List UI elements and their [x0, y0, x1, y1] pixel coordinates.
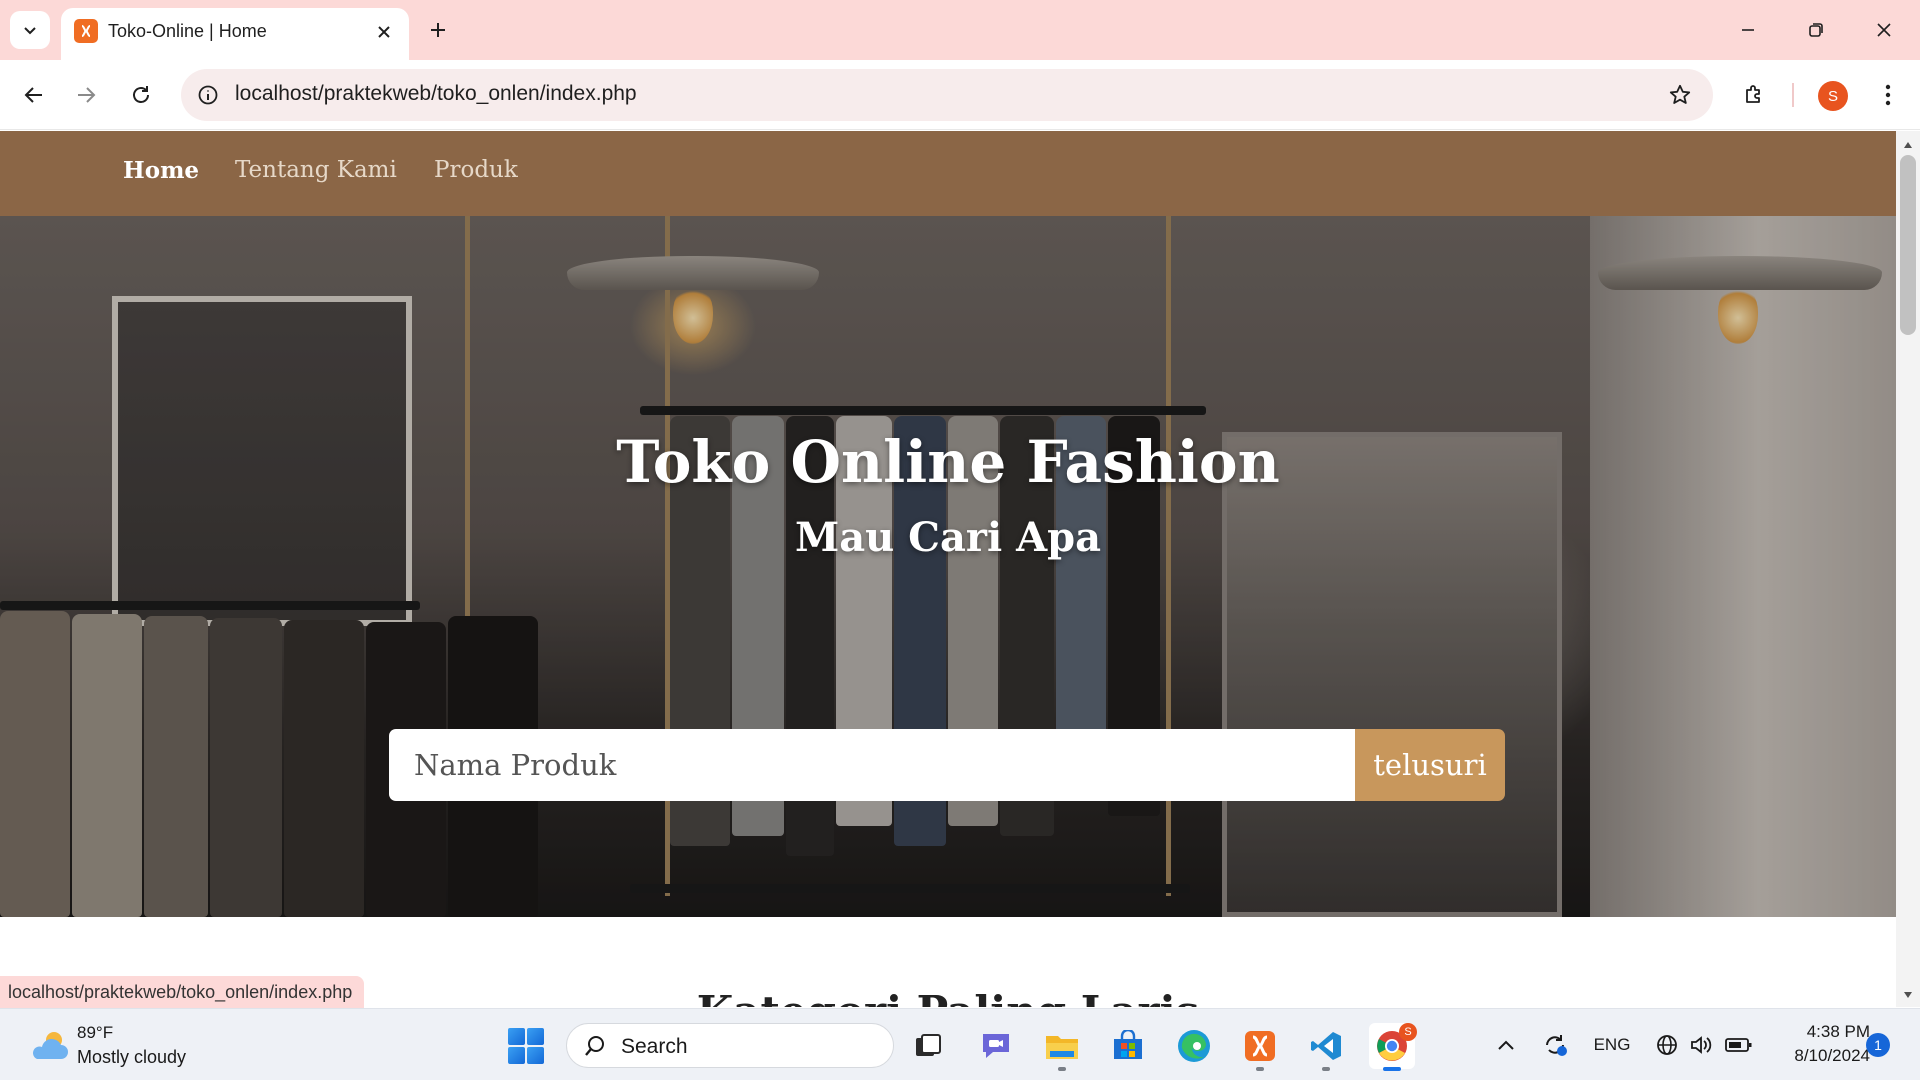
page-viewport: Home Tentang Kami Produk Toko Online Fas… [0, 131, 1896, 1007]
product-search-input[interactable] [389, 729, 1355, 801]
language-indicator[interactable]: ENG [1588, 1029, 1636, 1061]
clock-date[interactable]: 8/10/2024 [1760, 1046, 1870, 1066]
microsoft-store-icon[interactable] [1105, 1023, 1151, 1069]
app-running-indicator [1058, 1067, 1066, 1071]
weather-temperature[interactable]: 89°F [77, 1023, 113, 1043]
browser-menu-button[interactable] [1868, 75, 1908, 115]
forward-button[interactable] [66, 75, 106, 115]
app-running-indicator [1322, 1067, 1330, 1071]
minimize-button[interactable] [1722, 8, 1774, 52]
close-window-button[interactable] [1858, 8, 1910, 52]
windows-start-icon[interactable] [508, 1028, 544, 1064]
site-info-icon[interactable] [195, 82, 221, 108]
browser-tab-active[interactable]: Toko-Online | Home [61, 8, 409, 60]
profile-avatar[interactable]: S [1818, 81, 1848, 111]
chrome-profile-badge: S [1399, 1023, 1417, 1041]
scrollbar-thumb[interactable] [1900, 155, 1916, 335]
address-bar[interactable]: localhost/praktekweb/toko_onlen/index.ph… [181, 69, 1713, 121]
language-label: ENG [1593, 1035, 1631, 1054]
nav-link-home[interactable]: Home [123, 157, 199, 184]
app-active-indicator [1383, 1067, 1401, 1071]
xampp-icon [74, 19, 98, 43]
notification-count-badge[interactable]: 1 [1866, 1033, 1890, 1057]
reload-icon [133, 86, 149, 103]
toolbar-divider [1792, 83, 1794, 107]
app-running-indicator [1256, 1067, 1264, 1071]
weather-description[interactable]: Mostly cloudy [77, 1047, 186, 1068]
battery-icon[interactable] [1724, 1029, 1754, 1061]
task-view-icon[interactable] [905, 1023, 951, 1069]
search-icon [585, 1036, 604, 1056]
tab-search-dropdown-button[interactable] [10, 11, 50, 49]
site-navbar: Home Tentang Kami Produk [0, 131, 1896, 216]
puzzle-icon [1746, 85, 1760, 103]
teams-chat-icon[interactable] [973, 1023, 1019, 1069]
bookmark-star-icon[interactable] [1665, 80, 1695, 110]
tab-close-button[interactable] [371, 19, 397, 45]
browser-toolbar: localhost/praktekweb/toko_onlen/index.ph… [0, 60, 1920, 130]
chrome-icon[interactable]: S [1369, 1023, 1417, 1071]
close-icon [378, 26, 390, 38]
hero-title: Toko Online Fashion [616, 428, 1280, 496]
vscode-icon[interactable] [1303, 1023, 1349, 1071]
sync-status-icon[interactable] [1538, 1029, 1572, 1061]
back-button[interactable] [14, 75, 54, 115]
minimize-icon [1742, 29, 1754, 31]
windows-taskbar: 89°F Mostly cloudy Search S ENG 4:38 PM … [0, 1008, 1920, 1080]
nav-link-tentang-kami[interactable]: Tentang Kami [235, 157, 397, 183]
hero-subtitle: Mau Cari Apa [794, 514, 1102, 561]
plus-icon [431, 23, 445, 37]
arrow-right-icon [78, 87, 96, 103]
partly-cloudy-icon[interactable] [28, 1029, 70, 1063]
clock-time[interactable]: 4:38 PM [1770, 1022, 1870, 1042]
file-explorer-icon[interactable] [1039, 1023, 1085, 1071]
search-button[interactable]: telusuri [1355, 729, 1505, 801]
xampp-icon[interactable] [1237, 1023, 1283, 1071]
new-tab-button[interactable] [420, 14, 456, 46]
show-hidden-icons-chevron-up-icon[interactable] [1494, 1029, 1518, 1061]
scroll-down-arrow-icon[interactable] [1896, 985, 1920, 1005]
kebab-menu-icon [1885, 84, 1891, 106]
close-icon [1877, 23, 1891, 37]
scroll-up-arrow-icon[interactable] [1896, 135, 1920, 155]
chevron-down-icon [24, 27, 36, 35]
network-globe-icon[interactable] [1654, 1029, 1680, 1061]
link-status-bubble: localhost/praktekweb/toko_onlen/index.ph… [0, 976, 365, 1008]
edge-icon[interactable] [1171, 1023, 1217, 1069]
restore-icon [1809, 23, 1823, 37]
extensions-button[interactable] [1734, 75, 1774, 115]
nav-link-produk[interactable]: Produk [434, 157, 518, 183]
page-scrollbar[interactable] [1896, 131, 1920, 1007]
browser-tab-bar: Toko-Online | Home [0, 0, 1920, 60]
arrow-left-icon [24, 87, 42, 103]
tab-title: Toko-Online | Home [108, 21, 267, 41]
taskbar-search-box[interactable]: Search [566, 1023, 894, 1068]
address-url[interactable]: localhost/praktekweb/toko_onlen/index.ph… [235, 82, 637, 106]
hero-banner: Toko Online Fashion Mau Cari Apa telusur… [0, 216, 1896, 917]
taskbar-search-label: Search [621, 1035, 688, 1058]
volume-icon[interactable] [1688, 1029, 1714, 1061]
restore-button[interactable] [1790, 8, 1842, 52]
hero-overlay [0, 216, 1896, 917]
reload-button[interactable] [121, 75, 161, 115]
